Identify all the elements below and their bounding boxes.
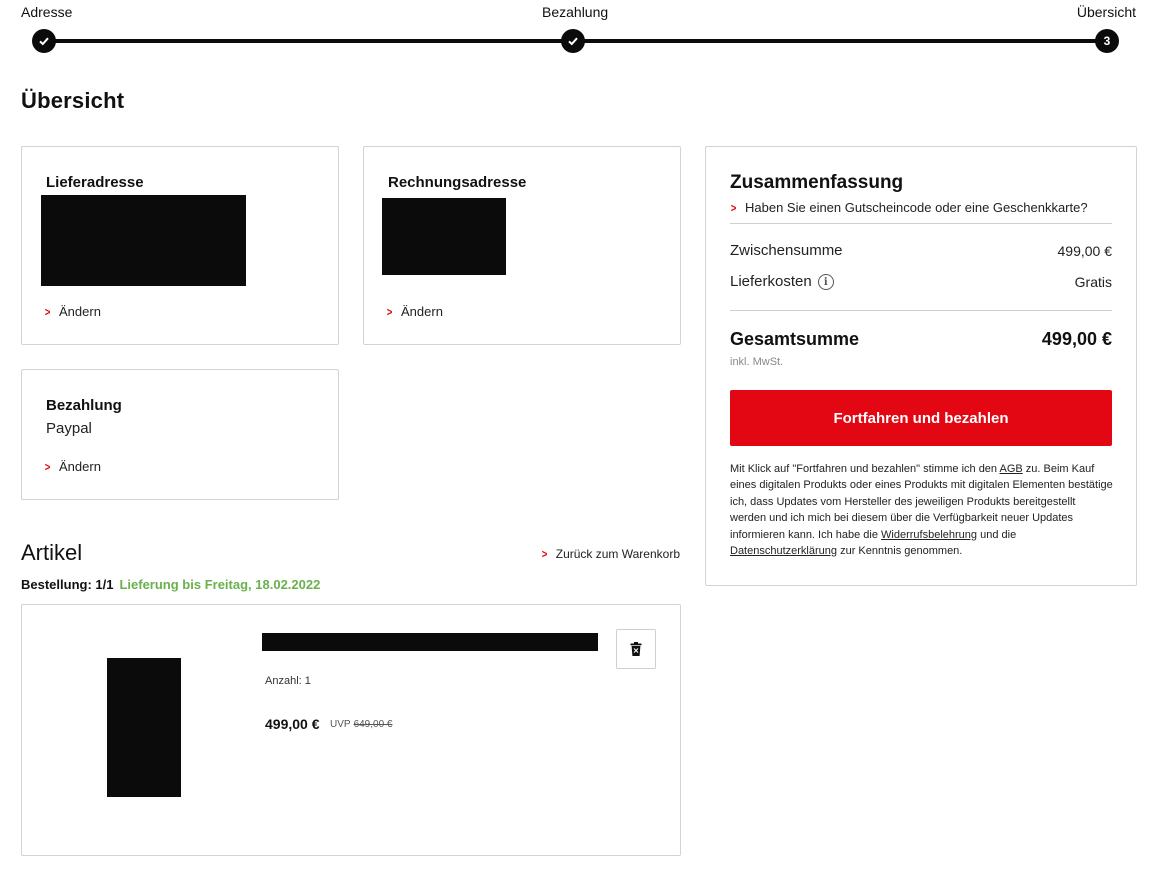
billing-change-link[interactable]: > Ändern [386,304,443,319]
billing-address-title: Rechnungsadresse [388,174,527,191]
page-title: Übersicht [21,88,125,113]
back-to-cart-link[interactable]: > Zurück zum Warenkorb [541,547,680,561]
summary-divider [730,223,1112,224]
step-label-address[interactable]: Adresse [21,4,72,20]
delivery-change-label: Ändern [59,304,101,319]
legal-text: Mit Klick auf "Fortfahren und bezahlen" … [730,463,1000,475]
delivery-change-link[interactable]: > Ändern [44,304,101,319]
payment-method: Paypal [46,420,92,437]
total-value: 499,00 € [1041,329,1112,349]
step-done-address-check-icon[interactable] [32,29,56,53]
voucher-link[interactable]: > Haben Sie einen Gutscheincode oder ein… [730,200,1088,215]
articles-title: Artikel [21,540,83,565]
summary-title: Zusammenfassung [730,172,904,193]
remove-item-button[interactable] [616,629,656,669]
uvp-label: UVP [330,719,351,730]
chevron-right-icon: > [44,459,51,474]
privacy-policy-link[interactable]: Datenschutzerklärung [730,545,837,557]
shipping-row: Lieferkosten i [730,273,834,291]
subtotal-value: 499,00 € [1057,243,1113,259]
chevron-right-icon: > [44,304,51,319]
shipping-value: Gratis [1074,274,1112,290]
step-done-payment-check-icon[interactable] [561,29,585,53]
payment-title: Bezahlung [46,397,122,414]
voucher-link-label: Haben Sie einen Gutscheincode oder eine … [745,200,1088,215]
check-icon [39,37,49,46]
billing-change-label: Ändern [401,304,443,319]
billing-address-card: Rechnungsadresse > Ändern [363,146,681,345]
chevron-right-icon: > [386,304,393,319]
order-info: Bestellung: 1/1 Lieferung bis Freitag, 18… [21,577,320,592]
info-icon[interactable]: i [817,274,834,291]
chevron-right-icon: > [541,547,548,561]
delivery-address-title: Lieferadresse [46,174,144,191]
delivery-date: Lieferung bis Freitag, 18.02.2022 [119,577,321,592]
check-icon [568,37,578,46]
item-uvp: UVP 649,00 € [330,719,393,730]
step-current-number: 3 [1095,29,1119,53]
order-count: Bestellung: 1/1 [21,577,114,592]
chevron-right-icon: > [730,200,737,215]
trash-icon [630,642,642,656]
summary-card: Zusammenfassung > Haben Sie einen Gutsch… [705,146,1137,586]
summary-divider [730,310,1112,311]
payment-change-link[interactable]: > Ändern [44,459,101,474]
back-to-cart-label: Zurück zum Warenkorb [555,547,680,561]
subtotal-label: Zwischensumme [730,242,843,259]
agb-link[interactable]: AGB [1000,463,1023,475]
redacted-product-image [107,658,181,797]
continue-and-pay-button[interactable]: Fortfahren und bezahlen [730,390,1112,446]
tax-note: inkl. MwSt. [730,356,784,368]
total-label: Gesamtsumme [730,329,860,349]
redacted-billing-address [382,198,506,275]
legal-text: zur Kenntnis genommen. [837,545,963,558]
item-price: 499,00 € [265,716,320,732]
withdrawal-policy-link[interactable]: Widerrufsbelehrung [881,529,977,541]
redacted-delivery-address [41,195,246,286]
step-label-payment[interactable]: Bezahlung [542,4,608,20]
payment-card: Bezahlung Paypal > Ändern [21,369,339,500]
legal-text: und die [977,528,1017,541]
legal-notice: Mit Klick auf "Fortfahren und bezahlen" … [730,461,1114,559]
redacted-product-name [262,633,598,651]
article-item-card: Anzahl: 1 499,00 € UVP 649,00 € [21,604,681,856]
payment-change-label: Ändern [59,459,101,474]
item-quantity: Anzahl: 1 [265,675,311,687]
step-label-overview: Übersicht [1076,4,1136,20]
uvp-price: 649,00 € [353,719,393,730]
delivery-address-card: Lieferadresse > Ändern [21,146,339,345]
shipping-label: Lieferkosten [730,273,812,290]
